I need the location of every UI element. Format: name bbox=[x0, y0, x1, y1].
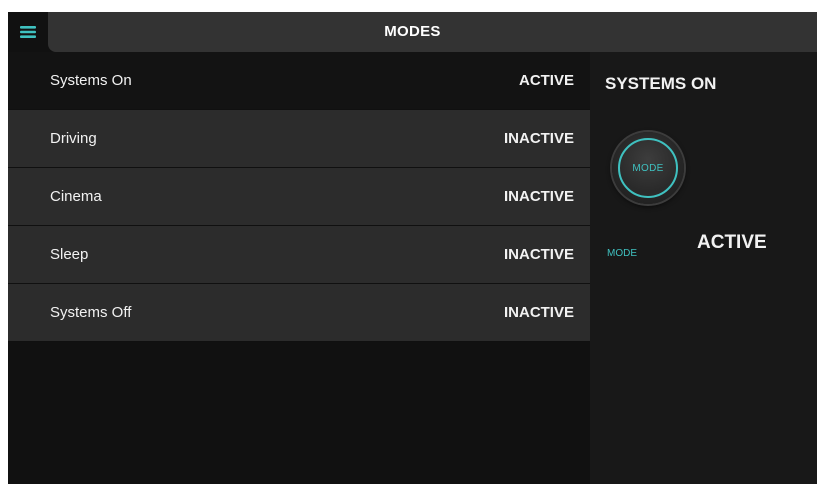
mode-knob-label: MODE bbox=[632, 162, 664, 174]
app-screen: MODES Systems On ACTIVE Driving INACTIVE… bbox=[8, 12, 817, 484]
mode-row-systems-off[interactable]: Systems Off INACTIVE bbox=[8, 284, 590, 342]
mode-row-systems-on[interactable]: Systems On ACTIVE bbox=[8, 52, 590, 110]
mode-status: ACTIVE bbox=[518, 72, 574, 89]
mode-knob-ring: MODE bbox=[618, 138, 678, 198]
mode-name: Sleep bbox=[50, 246, 89, 263]
mode-name: Systems On bbox=[50, 72, 132, 89]
mode-row-sleep[interactable]: Sleep INACTIVE bbox=[8, 226, 590, 284]
mode-name: Systems Off bbox=[50, 304, 132, 321]
mode-status: INACTIVE bbox=[503, 130, 574, 147]
menu-button[interactable] bbox=[8, 12, 48, 52]
hamburger-menu-icon bbox=[20, 26, 36, 38]
mode-row-driving[interactable]: Driving INACTIVE bbox=[8, 110, 590, 168]
mode-name: Cinema bbox=[50, 188, 102, 205]
mode-name: Driving bbox=[50, 130, 97, 147]
page-title: MODES bbox=[384, 23, 441, 40]
mode-knob-button[interactable]: MODE bbox=[612, 132, 684, 204]
top-bar: MODES bbox=[8, 12, 817, 52]
mode-list: Systems On ACTIVE Driving INACTIVE Cinem… bbox=[8, 52, 590, 484]
mode-caption: MODE bbox=[607, 248, 637, 259]
mode-status: INACTIVE bbox=[503, 304, 574, 321]
mode-status-value: ACTIVE bbox=[697, 232, 767, 253]
mode-status: INACTIVE bbox=[503, 246, 574, 263]
mode-status: INACTIVE bbox=[503, 188, 574, 205]
mode-row-cinema[interactable]: Cinema INACTIVE bbox=[8, 168, 590, 226]
mode-detail-panel: SYSTEMS ON MODE MODE ACTIVE bbox=[590, 52, 817, 484]
panel-title: SYSTEMS ON bbox=[605, 74, 717, 93]
header-bar: MODES bbox=[48, 12, 817, 52]
